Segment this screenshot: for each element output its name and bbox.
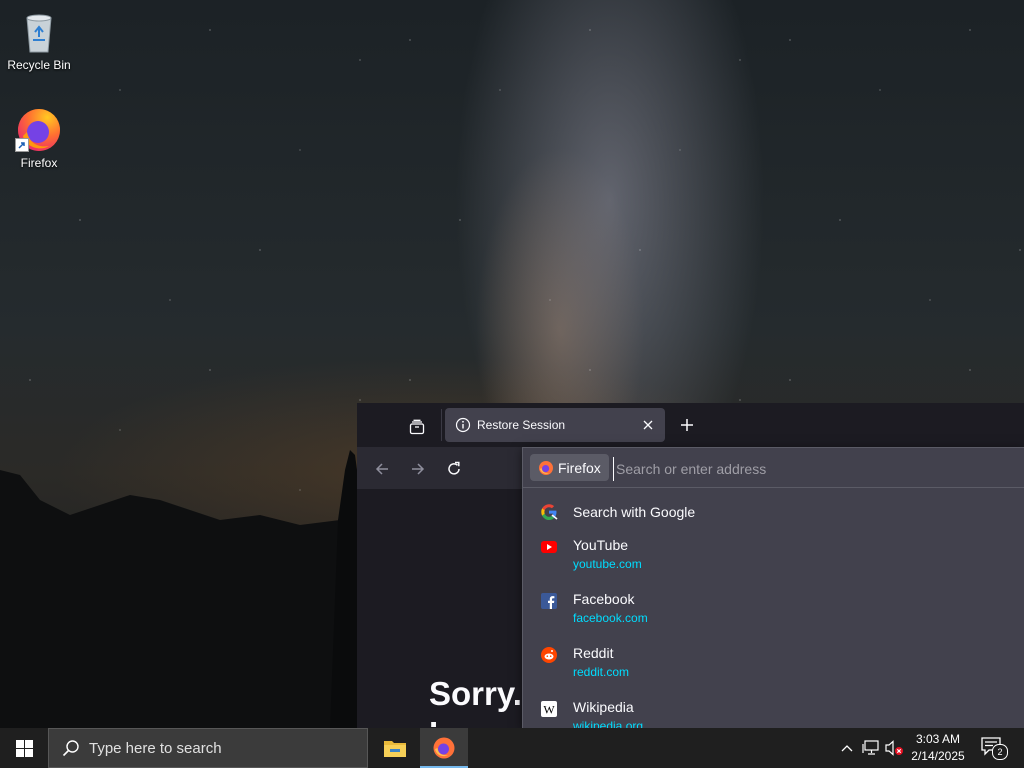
taskbar-firefox[interactable] — [420, 728, 468, 768]
search-engine-button[interactable]: Firefox — [530, 454, 609, 481]
facebook-icon — [540, 592, 558, 610]
urlbar-results: Search with Google YouTube youtube.com F… — [523, 494, 1024, 728]
network-icon — [862, 740, 879, 755]
result-title: Facebook — [573, 591, 635, 607]
info-icon — [455, 417, 471, 433]
volume-muted-icon — [885, 740, 903, 756]
folder-icon — [384, 741, 406, 757]
arrow-right-icon — [412, 463, 425, 475]
reddit-icon — [540, 646, 558, 664]
action-center-button[interactable]: 2 — [980, 736, 1008, 760]
plus-icon — [681, 419, 693, 431]
result-search-google[interactable]: Search with Google — [523, 494, 1024, 530]
urlbar-popup: Firefox Search with Google YouTube yout — [522, 447, 1024, 728]
result-url: wikipedia.org — [573, 719, 644, 728]
google-icon — [540, 503, 558, 521]
result-title: Reddit — [573, 645, 614, 661]
new-tab-button[interactable] — [675, 413, 699, 437]
result-url: facebook.com — [573, 611, 648, 625]
search-engine-label: Firefox — [558, 459, 601, 476]
arrow-left-icon — [375, 463, 388, 475]
taskbar: Type here to search 3:03 AM 2/14/2025 2 — [0, 728, 1024, 768]
desktop-icon-firefox[interactable]: Firefox — [1, 106, 77, 170]
recycle-bin-icon — [15, 8, 63, 56]
back-button[interactable] — [368, 455, 396, 483]
windows-icon — [15, 739, 33, 757]
desktop-icon-label: Recycle Bin — [7, 58, 71, 72]
result-title: Search with Google — [573, 504, 696, 520]
system-clock[interactable]: 3:03 AM 2/14/2025 — [902, 731, 974, 765]
network-button[interactable] — [861, 738, 881, 758]
volume-button[interactable] — [884, 738, 904, 758]
result-url: reddit.com — [573, 665, 630, 679]
wikipedia-icon: W — [540, 700, 558, 718]
show-hidden-icons-button[interactable] — [837, 738, 857, 758]
firefox-icon — [15, 106, 63, 154]
shortcut-arrow-icon — [15, 138, 29, 152]
page-heading-line2: L... — [429, 715, 477, 727]
reload-button[interactable] — [440, 455, 468, 483]
tab-title: Restore Session — [477, 418, 566, 432]
start-button[interactable] — [0, 728, 48, 768]
reload-icon — [448, 461, 460, 475]
clock-time: 3:03 AM — [915, 732, 961, 746]
clock-date: 2/14/2025 — [911, 749, 965, 763]
firefox-view-button[interactable] — [403, 413, 431, 441]
result-facebook[interactable]: Facebook facebook.com — [523, 584, 1024, 638]
close-tab-icon[interactable] — [637, 414, 659, 436]
youtube-icon — [540, 538, 558, 556]
tab-strip: Restore Session — [357, 403, 1024, 447]
desktop-icon-recycle-bin[interactable]: Recycle Bin — [1, 8, 77, 72]
result-youtube[interactable]: YouTube youtube.com — [523, 530, 1024, 584]
taskbar-search-placeholder: Type here to search — [89, 739, 222, 757]
chevron-up-icon — [841, 745, 853, 752]
search-icon — [61, 738, 81, 758]
svg-text:W: W — [543, 703, 555, 717]
firefox-view-icon — [409, 419, 425, 435]
page-heading: Sorry. — [429, 675, 522, 712]
firefox-icon — [539, 460, 553, 475]
desktop-icon-label: Firefox — [20, 156, 58, 170]
notification-count-badge: 2 — [992, 744, 1008, 760]
result-reddit[interactable]: Reddit reddit.com — [523, 638, 1024, 692]
taskbar-search-box[interactable]: Type here to search — [48, 728, 368, 768]
tab-separator — [441, 409, 442, 441]
firefox-icon — [433, 737, 455, 759]
forward-button[interactable] — [404, 455, 432, 483]
address-input[interactable] — [613, 457, 1018, 481]
urlbar-input-row: Firefox — [523, 448, 1024, 488]
tab-restore-session[interactable]: Restore Session — [445, 408, 665, 442]
result-title: YouTube — [573, 537, 629, 553]
result-url: youtube.com — [573, 557, 642, 571]
taskbar-file-explorer[interactable] — [371, 728, 419, 768]
result-wikipedia[interactable]: W Wikipedia wikipedia.org — [523, 692, 1024, 728]
result-title: Wikipedia — [573, 699, 634, 715]
